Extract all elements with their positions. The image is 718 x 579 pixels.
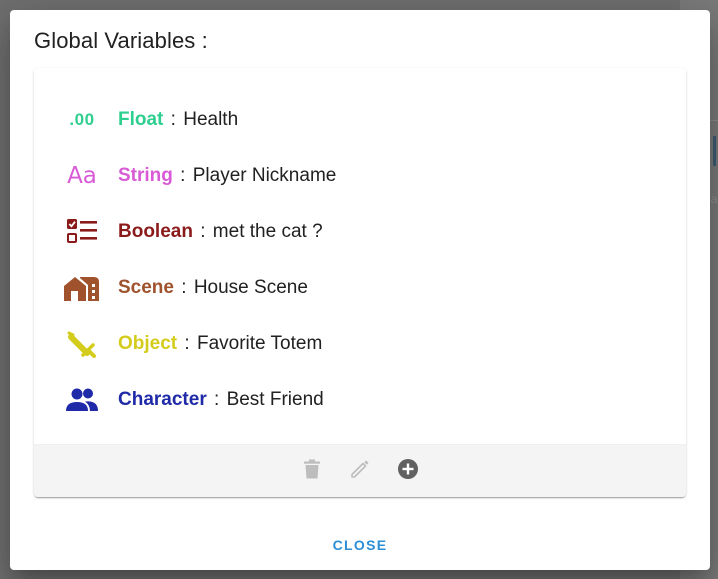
add-button[interactable] <box>396 458 420 485</box>
variable-type: Object <box>118 333 178 354</box>
checklist-icon <box>60 216 104 248</box>
people-icon <box>60 384 104 416</box>
house-icon <box>60 272 104 304</box>
pencil-icon <box>350 459 370 484</box>
variable-name: met the cat ? <box>212 221 323 242</box>
variable-text: Float : Health <box>118 109 238 131</box>
float-decimal-icon: .00 <box>69 110 95 129</box>
variable-text: Object : Favorite Totem <box>118 333 322 355</box>
background-tab-indicator <box>713 136 716 166</box>
edit-button[interactable] <box>348 459 372 483</box>
variable-type: Boolean <box>118 221 193 242</box>
variable-name: Health <box>183 109 239 130</box>
trash-icon <box>303 459 321 484</box>
variable-type: String <box>118 165 173 186</box>
variable-text: Character : Best Friend <box>118 389 324 411</box>
delete-button[interactable] <box>300 459 324 483</box>
variable-item-float[interactable]: .00 Float : Health <box>34 92 686 148</box>
variable-type: Float <box>118 109 164 130</box>
variable-text: String : Player Nickname <box>118 165 336 187</box>
text-aa-icon: Aa <box>67 163 97 189</box>
variable-item-scene[interactable]: Scene : House Scene <box>34 260 686 316</box>
variable-item-string[interactable]: Aa String : Player Nickname <box>34 148 686 204</box>
variables-card: .00 Float : Health Aa String : Player Ni… <box>34 68 686 497</box>
close-button[interactable]: CLOSE <box>320 532 400 558</box>
variable-text: Scene : House Scene <box>118 277 308 299</box>
variable-name: House Scene <box>193 277 308 298</box>
global-variables-dialog: Global Variables : .00 Float : Health Aa <box>10 10 710 570</box>
variable-separator: : <box>180 165 186 186</box>
variable-name: Best Friend <box>226 389 324 410</box>
variable-separator: : <box>184 333 190 354</box>
variable-separator: : <box>181 277 187 298</box>
variable-item-boolean[interactable]: Boolean : met the cat ? <box>34 204 686 260</box>
variable-separator: : <box>170 109 176 130</box>
variable-text: Boolean : met the cat ? <box>118 221 323 243</box>
variable-type: Scene <box>118 277 174 298</box>
add-circle-icon <box>397 458 419 485</box>
variable-type: Character <box>118 389 207 410</box>
variable-name: Favorite Totem <box>196 333 323 354</box>
variable-item-object[interactable]: Object : Favorite Totem <box>34 316 686 372</box>
variable-separator: : <box>200 221 206 242</box>
variable-name: Player Nickname <box>192 165 337 186</box>
dialog-title: Global Variables : <box>34 28 208 53</box>
variable-separator: : <box>214 389 220 410</box>
variables-list: .00 Float : Health Aa String : Player Ni… <box>34 92 686 428</box>
variable-item-character[interactable]: Character : Best Friend <box>34 372 686 428</box>
sword-icon <box>60 328 104 360</box>
variables-toolbar <box>34 445 686 497</box>
